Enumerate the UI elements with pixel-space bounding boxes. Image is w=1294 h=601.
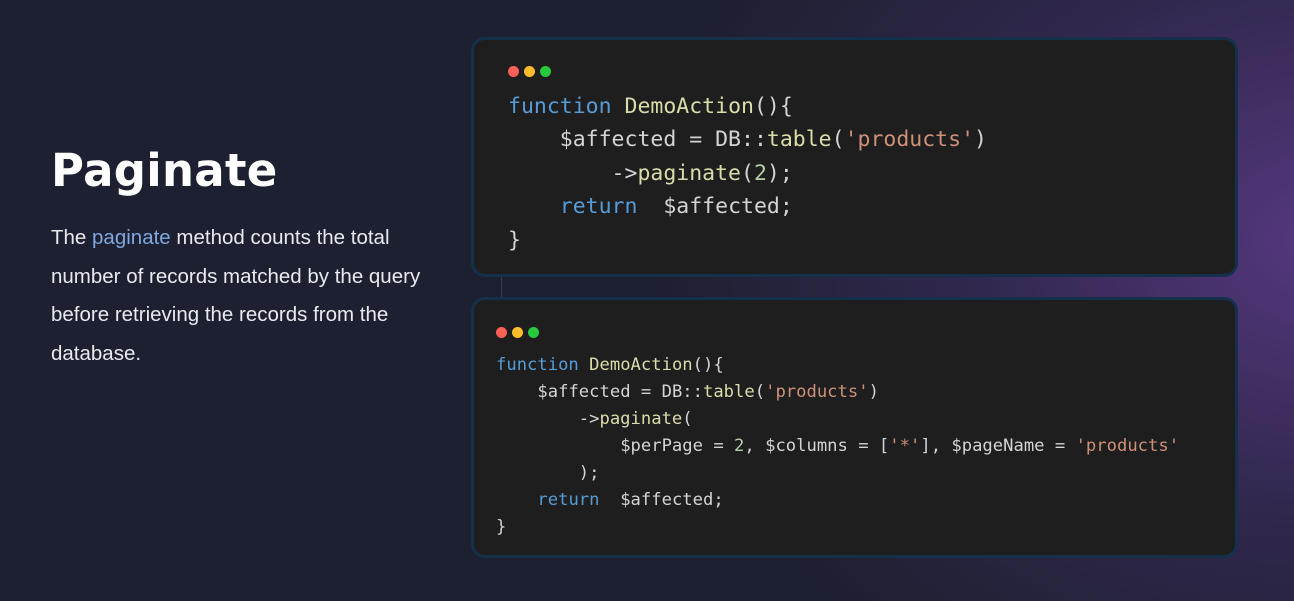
- code-token: function: [508, 94, 612, 119]
- code-token: (: [682, 409, 693, 429]
- code-line: $perPage = 2, $columns = ['*'], $pageNam…: [496, 433, 1179, 460]
- code-line: }: [496, 514, 1179, 541]
- code-token: $affected: [559, 127, 677, 153]
- code-card-basic: function DemoAction(){ $affected = DB::t…: [471, 37, 1238, 277]
- code-token: 'products': [1075, 436, 1180, 456]
- code-card-parameters: function DemoAction(){ $affected = DB::t…: [471, 297, 1238, 558]
- code-line: $affected = DB::table('products'): [496, 379, 1179, 406]
- code-token: return: [537, 490, 600, 510]
- code-token: (: [741, 160, 754, 186]
- code-token: (){: [753, 94, 793, 119]
- code-token: $affected: [537, 382, 631, 402]
- code-token: $perPage: [620, 436, 703, 456]
- code-token: 'products': [844, 127, 975, 153]
- code-line: ->paginate(2);: [508, 157, 987, 190]
- code-token: DemoAction: [589, 355, 693, 375]
- minimize-dot-icon: [512, 327, 523, 338]
- section-text: Paginate The paginate method counts the …: [51, 140, 451, 373]
- code-token: ): [868, 382, 879, 402]
- code-token: = [: [847, 436, 890, 456]
- code-token: ;: [779, 194, 793, 220]
- code-token: 2: [753, 160, 767, 186]
- code-token: (: [831, 127, 845, 153]
- code-token: function: [496, 355, 579, 375]
- code-token: = DB::: [630, 382, 703, 402]
- code-line: return $affected;: [496, 487, 1179, 514]
- code-token: = DB::: [676, 127, 767, 153]
- minimize-dot-icon: [524, 66, 535, 77]
- maximize-dot-icon: [528, 327, 539, 338]
- code-block-basic: function DemoAction(){ $affected = DB::t…: [508, 90, 987, 257]
- code-token: $pageName: [951, 436, 1045, 456]
- code-line: }: [508, 224, 987, 257]
- code-token: ->: [496, 409, 600, 429]
- window-controls: [508, 66, 551, 77]
- code-token: paginate: [637, 160, 742, 186]
- code-token: $affected: [620, 490, 714, 510]
- code-block-parameters: function DemoAction(){ $affected = DB::t…: [496, 352, 1179, 541]
- window-controls: [496, 327, 539, 338]
- code-line: function DemoAction(){: [508, 90, 987, 123]
- section-description: The paginate method counts the total num…: [51, 219, 446, 373]
- code-token: );: [496, 463, 600, 483]
- code-token: =: [1044, 436, 1076, 456]
- code-line: function DemoAction(){: [496, 352, 1179, 379]
- code-token: '*': [889, 436, 921, 456]
- code-token: ],: [920, 436, 952, 456]
- code-token: DemoAction: [624, 94, 754, 119]
- code-token: (: [754, 382, 766, 402]
- code-token: paginate: [599, 409, 683, 429]
- code-token: );: [766, 160, 793, 186]
- code-line: );: [496, 460, 1179, 487]
- close-dot-icon: [508, 66, 519, 77]
- description-prefix: The: [51, 226, 93, 249]
- code-token: ;: [713, 490, 724, 510]
- code-token: $columns: [765, 436, 848, 456]
- code-line: $affected = DB::table('products'): [508, 123, 987, 156]
- paginate-method-highlight: paginate: [92, 226, 171, 249]
- code-token: ,: [744, 436, 766, 456]
- code-token: }: [496, 517, 507, 537]
- code-token: return: [559, 194, 638, 220]
- code-line: return $affected;: [508, 190, 987, 223]
- code-token: (){: [692, 355, 724, 375]
- code-line: ->paginate(: [496, 406, 1179, 433]
- section-title: Paginate: [51, 144, 278, 197]
- code-token: 'products': [765, 382, 869, 402]
- code-token: =: [702, 436, 735, 456]
- code-token: table: [702, 382, 755, 402]
- code-token: $affected: [663, 194, 780, 220]
- maximize-dot-icon: [540, 66, 551, 77]
- close-dot-icon: [496, 327, 507, 338]
- code-token: ->: [508, 160, 638, 186]
- code-token: }: [508, 227, 521, 253]
- code-token: table: [766, 127, 832, 153]
- code-token: 2: [734, 436, 745, 456]
- code-token: ): [974, 127, 987, 153]
